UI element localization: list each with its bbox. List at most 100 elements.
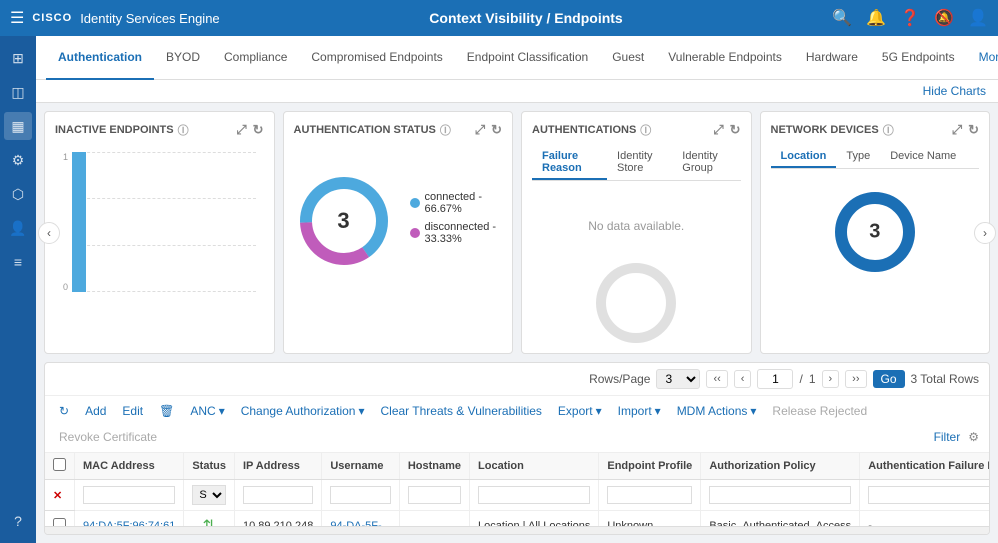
horizontal-scrollbar[interactable] <box>45 526 989 534</box>
select-all-checkbox[interactable] <box>53 458 66 471</box>
network-tab-location[interactable]: Location <box>771 146 837 168</box>
filter-hostname[interactable]: Hostname <box>399 480 469 511</box>
network-info-icon[interactable]: ⓘ <box>883 122 894 138</box>
filter-auth-policy-input[interactable]: Authorization Policy <box>709 486 851 504</box>
hide-charts-btn[interactable]: Hide Charts <box>923 84 986 98</box>
filter-status[interactable]: Status <box>184 480 235 511</box>
tab-authentication[interactable]: Authentication <box>46 36 154 80</box>
change-auth-btn[interactable]: Change Authorization ▾ <box>237 402 369 420</box>
auth-expand-icon[interactable]: ⤢ <box>713 122 723 138</box>
sidebar-icon-reports[interactable]: ≡ <box>4 248 32 276</box>
tab-guest[interactable]: Guest <box>600 36 656 80</box>
export-btn[interactable]: Export ▾ <box>554 402 606 420</box>
alert-icon[interactable]: 🔕 <box>934 8 954 28</box>
filter-username[interactable]: Username <box>322 480 400 511</box>
row-checkbox-0[interactable] <box>53 518 66 526</box>
filter-ip-input[interactable]: IP Address <box>243 486 313 504</box>
filter-username-input[interactable]: Username <box>330 486 391 504</box>
col-status[interactable]: Status <box>184 453 235 480</box>
sidebar-icon-layers[interactable]: ⊞ <box>4 44 32 72</box>
filter-profile[interactable]: Endpoint Profile <box>599 480 701 511</box>
col-ip[interactable]: IP Address <box>234 453 321 480</box>
auth-status-card: AUTHENTICATION STATUS ⓘ ⤢ ↻ <box>283 111 514 354</box>
inactive-expand-icon[interactable]: ⤢ <box>236 122 246 138</box>
filter-auth-policy[interactable]: Authorization Policy <box>701 480 860 511</box>
user-icon[interactable]: 👤 <box>968 8 988 28</box>
col-location[interactable]: Location <box>470 453 599 480</box>
sidebar-icon-admin[interactable]: 👤 <box>4 214 32 242</box>
go-button[interactable]: Go <box>873 370 905 388</box>
menu-icon[interactable]: ☰ <box>10 8 24 28</box>
inactive-info-icon[interactable]: ⓘ <box>178 122 189 138</box>
edit-btn[interactable]: Edit <box>118 402 147 420</box>
page-prev-btn[interactable]: ‹‹ <box>706 370 727 388</box>
auth-tab-identity-store[interactable]: Identity Store <box>607 146 672 180</box>
delete-btn[interactable]: 🗑 <box>155 402 178 420</box>
sidebar-icon-help[interactable]: ? <box>4 507 32 535</box>
refresh-btn[interactable]: ↻ <box>55 402 73 420</box>
search-icon[interactable]: 🔍 <box>832 8 852 28</box>
sidebar-icon-network[interactable]: ◫ <box>4 78 32 106</box>
network-expand-icon[interactable]: ⤢ <box>952 122 962 138</box>
sidebar-icon-policy[interactable]: ⬡ <box>4 180 32 208</box>
charts-prev-btn[interactable]: ‹ <box>38 222 60 244</box>
auth-status-info-icon[interactable]: ⓘ <box>440 122 451 138</box>
filter-mac[interactable]: MAC Address <box>75 480 184 511</box>
connected-label: connected - 66.67% <box>425 191 503 215</box>
network-tab-type[interactable]: Type <box>836 146 880 168</box>
auth-status-expand-icon[interactable]: ⤢ <box>475 122 485 138</box>
col-auth-failure[interactable]: Authentication Failure Re... <box>860 453 989 480</box>
inactive-refresh-icon[interactable]: ↻ <box>253 122 264 138</box>
col-profile[interactable]: Endpoint Profile <box>599 453 701 480</box>
help-icon[interactable]: ❓ <box>900 8 920 28</box>
mdm-actions-btn[interactable]: MDM Actions ▾ <box>673 402 761 420</box>
filter-profile-input[interactable]: Endpoint Profile <box>607 486 692 504</box>
page-prev-one-btn[interactable]: ‹ <box>734 370 752 388</box>
auth-tab-identity-group[interactable]: Identity Group <box>672 146 740 180</box>
tab-more[interactable]: More ▾ <box>967 36 998 80</box>
select-all-header[interactable] <box>45 453 75 480</box>
filter-auth-failure[interactable]: Authentication Failure Reason <box>860 480 989 511</box>
charts-next-btn[interactable]: › <box>974 222 996 244</box>
col-username[interactable]: Username <box>322 453 400 480</box>
filter-btn[interactable]: Filter <box>934 430 961 444</box>
sidebar-icon-tools[interactable]: ⚙ <box>4 146 32 174</box>
table-scroll[interactable]: MAC Address Status IP Address Username H… <box>45 453 989 526</box>
filter-status-select[interactable]: Status <box>192 485 226 505</box>
tab-vulnerable[interactable]: Vulnerable Endpoints <box>656 36 794 80</box>
bell-icon[interactable]: 🔔 <box>866 8 886 28</box>
network-refresh-icon[interactable]: ↻ <box>968 122 979 138</box>
sidebar-icon-chart[interactable]: ▦ <box>4 112 32 140</box>
filter-ip[interactable]: IP Address <box>234 480 321 511</box>
filter-location-input[interactable]: Location <box>478 486 590 504</box>
filter-mac-input[interactable]: MAC Address <box>83 486 175 504</box>
page-next-one-btn[interactable]: › <box>822 370 840 388</box>
network-tab-device-name[interactable]: Device Name <box>880 146 966 168</box>
rows-per-page-select[interactable]: 3 10 25 <box>656 369 700 389</box>
tab-byod[interactable]: BYOD <box>154 36 212 80</box>
col-hostname[interactable]: Hostname <box>399 453 469 480</box>
add-btn[interactable]: Add <box>81 402 110 420</box>
clear-threats-btn[interactable]: Clear Threats & Vulnerabilities <box>377 402 546 420</box>
auth-status-refresh-icon[interactable]: ↻ <box>491 122 502 138</box>
col-auth-policy[interactable]: Authorization Policy <box>701 453 860 480</box>
auth-tab-failure[interactable]: Failure Reason <box>532 146 607 180</box>
page-separator: / <box>799 372 802 386</box>
auth-refresh-icon[interactable]: ↻ <box>730 122 741 138</box>
clear-filter-icon[interactable]: ✕ <box>53 490 62 502</box>
tab-compliance[interactable]: Compliance <box>212 36 299 80</box>
page-number-input[interactable] <box>757 369 793 389</box>
auth-info-icon[interactable]: ⓘ <box>640 122 651 138</box>
import-btn[interactable]: Import ▾ <box>614 402 665 420</box>
tab-hardware[interactable]: Hardware <box>794 36 870 80</box>
col-mac[interactable]: MAC Address <box>75 453 184 480</box>
tab-compromised[interactable]: Compromised Endpoints <box>299 36 454 80</box>
page-next-btn[interactable]: ›› <box>845 370 866 388</box>
tab-5g[interactable]: 5G Endpoints <box>870 36 967 80</box>
anc-btn[interactable]: ANC ▾ <box>186 402 228 420</box>
filter-location[interactable]: Location <box>470 480 599 511</box>
filter-auth-failure-input[interactable]: Authentication Failure Reason <box>868 486 989 504</box>
filter-hostname-input[interactable]: Hostname <box>408 486 461 504</box>
tab-endpoint-class[interactable]: Endpoint Classification <box>455 36 600 80</box>
settings-icon[interactable]: ⚙ <box>968 430 979 444</box>
